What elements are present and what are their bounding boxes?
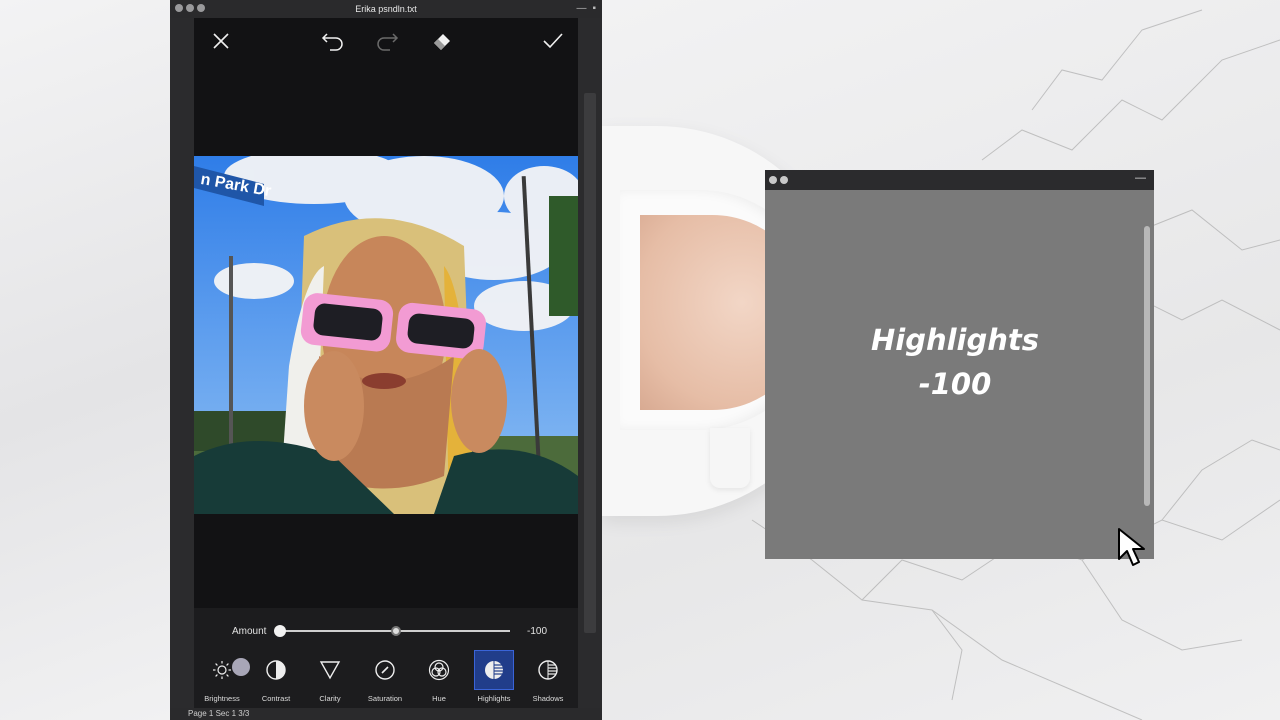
highlights-icon [485, 661, 503, 679]
scrollbar-thumb[interactable] [584, 93, 596, 633]
overlay-window-dots[interactable] [769, 176, 788, 184]
eraser-icon [434, 34, 450, 50]
photo-canvas: n Park Dr [194, 156, 578, 514]
minimize-icon[interactable]: — [1135, 172, 1146, 184]
tool-contrast[interactable]: Contrast [249, 650, 303, 708]
close-icon [213, 33, 229, 49]
overlay-titlebar: — [765, 170, 1154, 190]
redo-icon [377, 33, 399, 51]
cup-handle [710, 428, 750, 488]
triangle-icon [319, 661, 341, 680]
touch-indicator [232, 658, 250, 676]
undo-button[interactable] [320, 28, 346, 54]
amount-value: -100 [527, 626, 548, 637]
slider-center-marker [391, 626, 401, 636]
editor-window: Erika psndln.txt — ▪ n Park Dr Amount -1… [170, 0, 602, 720]
minimize-icon[interactable]: — [576, 3, 586, 14]
maximize-icon[interactable]: ▪ [592, 3, 596, 14]
tool-label: Brightness [204, 694, 240, 703]
amount-label: Amount [232, 626, 267, 637]
window-dot[interactable] [186, 4, 194, 12]
edited-photo[interactable]: n Park Dr [194, 156, 578, 514]
tool-label: Hue [432, 694, 446, 703]
window-dot[interactable] [780, 176, 788, 184]
sun-icon [213, 661, 231, 679]
overlay-window: — Highlights -100 [765, 170, 1154, 559]
contrast-icon [266, 660, 286, 680]
shadows-icon [538, 660, 558, 680]
dial-icon [375, 660, 395, 680]
window-title: Erika psndln.txt [355, 4, 417, 14]
undo-icon [321, 33, 343, 51]
background-paper [0, 0, 170, 720]
tool-label: Clarity [319, 694, 341, 703]
eraser-button[interactable] [429, 28, 455, 54]
tool-highlights[interactable]: Highlights [467, 650, 521, 708]
tool-label: Saturation [367, 694, 403, 703]
window-dot[interactable] [197, 4, 205, 12]
overlay-caption-title: Highlights [870, 323, 1040, 357]
tool-label: Contrast [261, 694, 291, 703]
hue-icon [428, 659, 450, 681]
window-dot[interactable] [175, 4, 183, 12]
tool-shadows[interactable]: Shadows [521, 650, 575, 708]
confirm-button[interactable] [540, 28, 566, 54]
photo-editor: n Park Dr Amount -100 Brightness Contras… [194, 18, 578, 708]
mouse-cursor-icon [1118, 528, 1145, 566]
status-bar: Page 1 Sec 1 3/3 [170, 708, 602, 720]
tool-saturation[interactable]: Saturation [358, 650, 412, 708]
window-controls[interactable]: — ▪ [576, 3, 596, 14]
right-scrollbar[interactable] [578, 18, 602, 708]
overlay-caption-value: -100 [918, 367, 992, 401]
close-button[interactable] [208, 28, 234, 54]
tool-hue[interactable]: Hue [412, 650, 466, 708]
status-text: Page 1 Sec 1 3/3 [188, 709, 250, 718]
redo-button[interactable] [374, 28, 400, 54]
window-dots[interactable] [175, 4, 205, 12]
window-dot[interactable] [769, 176, 777, 184]
overlay-caption: Highlights -100 [765, 318, 1145, 406]
tool-label: Highlights [477, 694, 511, 703]
amount-slider-handle[interactable] [274, 625, 286, 637]
check-icon [543, 33, 563, 49]
tool-label: Shadows [532, 694, 564, 703]
editor-toolbar [194, 18, 578, 62]
left-gutter [170, 18, 194, 708]
window-titlebar: Erika psndln.txt — ▪ [170, 0, 602, 18]
adjustment-tools: Brightness Contrast Clarity Saturation H… [194, 650, 578, 708]
adjustment-panel: Amount -100 Brightness Contrast Clarity [194, 608, 578, 708]
tool-clarity[interactable]: Clarity [303, 650, 357, 708]
